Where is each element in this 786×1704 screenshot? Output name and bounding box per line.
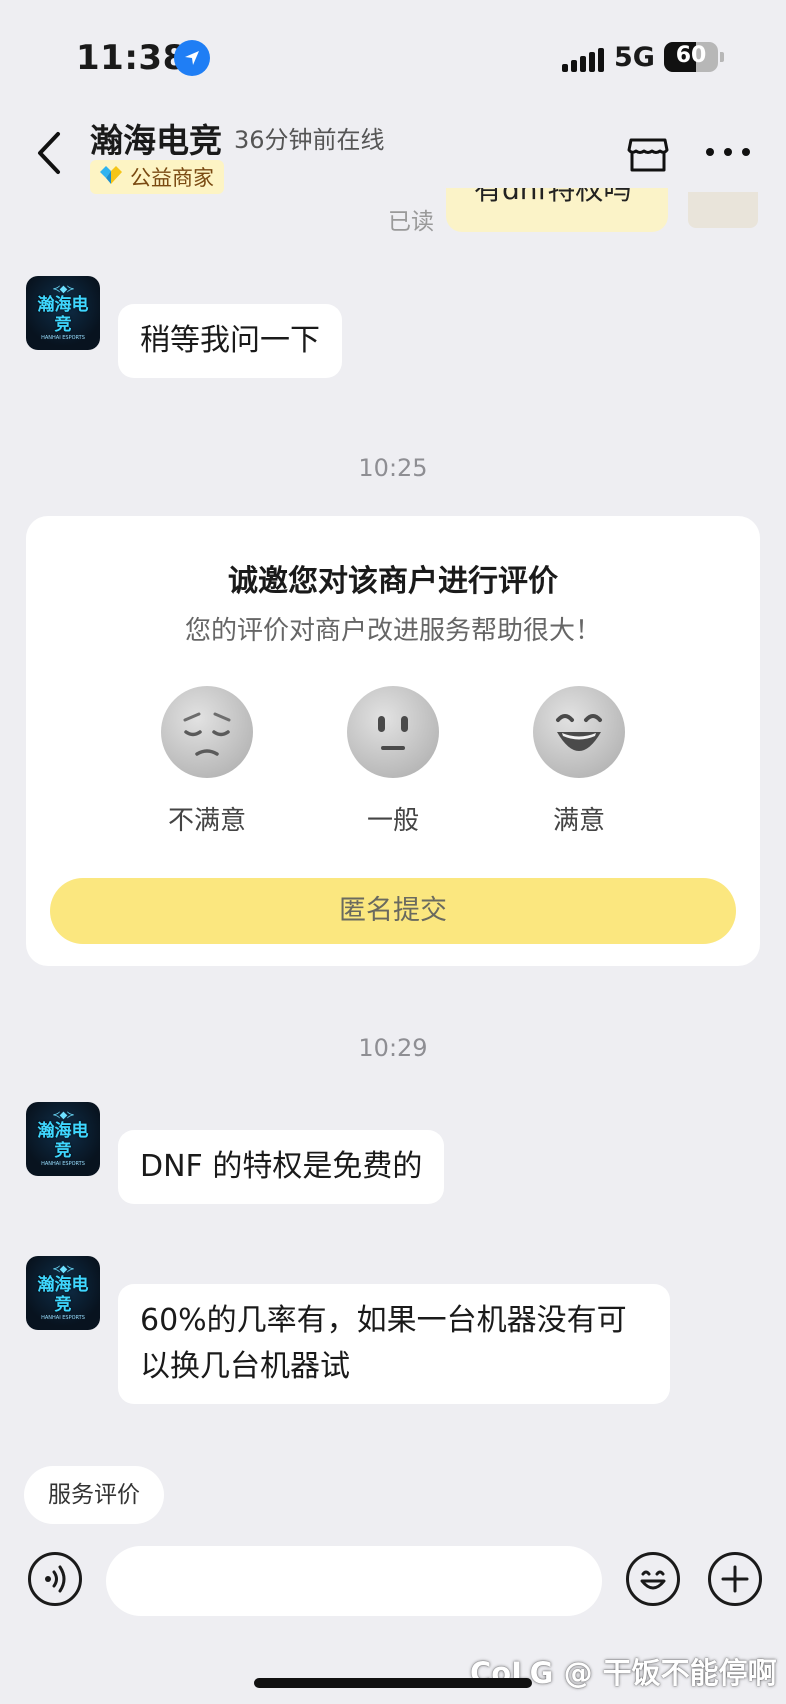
timestamp: 10:29 xyxy=(358,1034,428,1062)
message-text: 60%的几率有，如果一台机器没有可以换几台机器试 xyxy=(140,1303,627,1384)
read-status: 已读 xyxy=(388,209,434,235)
message-input[interactable] xyxy=(106,1546,602,1616)
rating-label: 满意 xyxy=(552,806,605,836)
network-type: 5G xyxy=(614,42,655,73)
avatar-wings: ≺◆≻ xyxy=(52,1109,74,1121)
happy-face-icon xyxy=(533,686,625,778)
rating-option-dissatisfied[interactable]: 不满意 xyxy=(137,686,277,837)
sent-message-bubble[interactable]: 有dnf特权吗 xyxy=(446,188,668,232)
avatar-logo-sub: HANHAI ESPORTS xyxy=(41,334,85,341)
battery-cap xyxy=(720,52,724,62)
heart-diamond-icon xyxy=(98,165,124,189)
sent-message-text: 有dnf特权吗 xyxy=(474,188,632,206)
plus-icon[interactable] xyxy=(708,1552,762,1606)
back-icon[interactable] xyxy=(30,128,70,178)
home-indicator[interactable] xyxy=(254,1678,532,1688)
avatar-logo-text: 瀚海电竞 xyxy=(37,1274,89,1315)
status-time: 11:38 xyxy=(76,38,187,78)
cellular-signal-icon xyxy=(562,46,606,72)
rating-label: 一般 xyxy=(366,806,419,836)
avatar-wings: ≺◆≻ xyxy=(52,283,74,295)
avatar-logo-sub: HANHAI ESPORTS xyxy=(41,1314,85,1321)
message-bubble[interactable]: 稍等我问一下 xyxy=(118,304,342,378)
avatar-wings: ≺◆≻ xyxy=(52,1263,74,1275)
neutral-face-icon xyxy=(347,686,439,778)
battery-level: 60 xyxy=(675,43,707,68)
online-status: 36分钟前在线 xyxy=(234,126,385,154)
emoji-icon[interactable] xyxy=(626,1552,680,1606)
service-review-chip[interactable]: 服务评价 xyxy=(24,1466,164,1524)
battery-icon: 60 xyxy=(664,42,718,72)
rating-label: 不满意 xyxy=(167,806,246,836)
location-arrow-icon xyxy=(174,40,210,76)
message-bubble[interactable]: DNF 的特权是免费的 xyxy=(118,1130,445,1204)
charity-merchant-badge[interactable]: 公益商家 xyxy=(90,160,224,194)
avatar-logo-sub: HANHAI ESPORTS xyxy=(41,1160,85,1167)
review-subtitle: 您的评价对商户改进服务帮助很大！ xyxy=(184,616,601,646)
review-title: 诚邀您对该商户进行评价 xyxy=(228,564,558,599)
timestamp: 10:25 xyxy=(358,454,428,482)
merchant-avatar[interactable]: ≺◆≻ 瀚海电竞 HANHAI ESPORTS xyxy=(26,276,100,350)
sad-face-icon xyxy=(161,686,253,778)
my-avatar[interactable] xyxy=(688,192,758,228)
badge-label: 公益商家 xyxy=(130,166,214,190)
more-options-icon[interactable] xyxy=(706,148,750,160)
rating-option-neutral[interactable]: 一般 xyxy=(323,686,463,837)
store-icon[interactable] xyxy=(626,134,670,174)
review-card: 诚邀您对该商户进行评价 您的评价对商户改进服务帮助很大！ 不满意 一般 满意 匿… xyxy=(26,516,760,966)
message-text: 稍等我问一下 xyxy=(140,323,320,358)
avatar-logo-text: 瀚海电竞 xyxy=(37,294,89,335)
anonymous-submit-button[interactable]: 匿名提交 xyxy=(50,878,736,944)
voice-input-icon[interactable] xyxy=(28,1552,82,1606)
merchant-avatar[interactable]: ≺◆≻ 瀚海电竞 HANHAI ESPORTS xyxy=(26,1256,100,1330)
merchant-avatar[interactable]: ≺◆≻ 瀚海电竞 HANHAI ESPORTS xyxy=(26,1102,100,1176)
message-text: DNF 的特权是免费的 xyxy=(140,1149,423,1184)
chat-title[interactable]: 瀚海电竞 xyxy=(90,114,222,162)
avatar-logo-text: 瀚海电竞 xyxy=(37,1120,89,1161)
rating-option-satisfied[interactable]: 满意 xyxy=(509,686,649,837)
message-bubble[interactable]: 60%的几率有，如果一台机器没有可以换几台机器试 xyxy=(118,1284,670,1404)
